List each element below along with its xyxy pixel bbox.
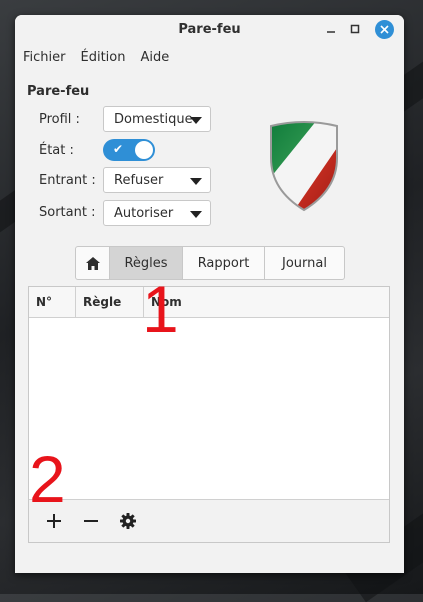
check-icon: ✔ (113, 142, 124, 156)
gear-icon (120, 513, 136, 529)
close-button[interactable] (375, 20, 394, 39)
title-bar: Pare-feu (15, 15, 404, 44)
menu-fichier[interactable]: Fichier (23, 50, 66, 65)
tab-journal[interactable]: Journal (265, 247, 344, 279)
toggle-knob (135, 141, 153, 159)
annotation-number-2: 2 (29, 442, 66, 516)
entrant-combo[interactable]: Refuser (103, 167, 211, 193)
tab-bar: Règles Rapport Journal (75, 246, 345, 280)
entrant-label: Entrant : (39, 173, 96, 188)
menu-bar: Fichier Édition Aide (15, 44, 404, 70)
minus-icon (84, 520, 98, 522)
profil-value: Domestique (114, 111, 193, 127)
tab-rapport[interactable]: Rapport (183, 247, 265, 279)
menu-aide[interactable]: Aide (140, 50, 169, 65)
rules-table-header: N° Règle Nom (29, 287, 389, 318)
rules-panel: N° Règle Nom (28, 286, 390, 543)
chevron-down-icon (190, 178, 202, 185)
etat-label: État : (39, 143, 74, 158)
maximize-button[interactable] (346, 20, 364, 38)
rules-toolbar (29, 499, 389, 542)
sortant-value: Autoriser (114, 205, 174, 221)
annotation-number-1: 1 (142, 272, 179, 346)
maximize-icon (350, 24, 360, 34)
rules-table-body[interactable] (29, 318, 389, 500)
minimize-button[interactable] (322, 20, 340, 38)
close-icon (380, 25, 389, 34)
home-icon (85, 256, 100, 270)
plus-icon (47, 514, 61, 528)
sortant-label: Sortant : (39, 205, 96, 220)
tab-home[interactable] (76, 247, 110, 279)
chevron-down-icon (190, 117, 202, 124)
menu-edition[interactable]: Édition (81, 50, 126, 65)
column-header-rule[interactable]: Règle (76, 287, 144, 317)
firewall-window: Pare-feu Fichier Édition Aide Pare-feu P… (15, 15, 404, 573)
remove-rule-button[interactable] (78, 508, 104, 534)
firewall-shield-logo (270, 121, 338, 212)
column-header-name[interactable]: Nom (144, 287, 389, 317)
column-header-number[interactable]: N° (29, 287, 76, 317)
section-title: Pare-feu (27, 84, 90, 99)
minimize-icon (327, 31, 335, 33)
profil-combo[interactable]: Domestique (103, 106, 211, 132)
profil-label: Profil : (39, 112, 80, 127)
edit-rule-button[interactable] (115, 508, 141, 534)
entrant-value: Refuser (114, 172, 164, 188)
chevron-down-icon (190, 211, 202, 218)
etat-toggle[interactable]: ✔ (103, 139, 155, 161)
sortant-combo[interactable]: Autoriser (103, 200, 211, 226)
